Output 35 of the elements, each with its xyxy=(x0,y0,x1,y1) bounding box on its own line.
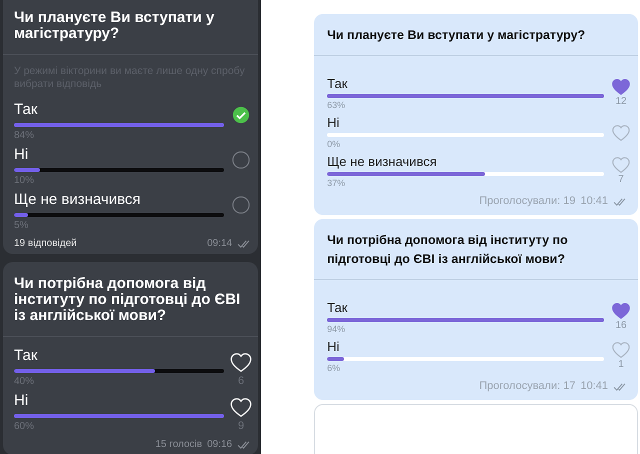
message-time: 09:16 xyxy=(207,439,232,450)
vote-count: 16 xyxy=(615,320,627,332)
option-label: Ще не визначився xyxy=(14,191,142,209)
message-time: 10:41 xyxy=(580,380,608,392)
votes-count: Проголосували: 17 xyxy=(479,380,576,392)
double-check-icon xyxy=(237,239,250,248)
poll-question: Чи плануєте Ви вступати у магістратуру? xyxy=(13,8,216,44)
option-label: Ще не визначився xyxy=(327,154,438,170)
double-check-icon xyxy=(237,440,250,449)
poll-question: Чи плануєте Ви вступати у магістратуру? xyxy=(326,27,586,44)
vote-count: 12 xyxy=(615,96,627,108)
double-check-icon xyxy=(613,196,626,206)
message-time: 09:14 xyxy=(207,238,232,249)
vote-count: 7 xyxy=(618,174,624,186)
option-label: Ні xyxy=(14,392,30,410)
percent-text: 37% xyxy=(327,178,346,189)
option-label: Так xyxy=(14,347,38,365)
votes-count: 19 відповідей xyxy=(14,238,78,249)
option-label: Ні xyxy=(327,115,340,131)
option-label: Так xyxy=(14,101,38,119)
vote-count: 1 xyxy=(618,359,624,371)
percent-text: 0% xyxy=(327,139,342,150)
poll-question: Чи потрібна допомога від інституту по підготовці до ЄВІ із англійської мови? xyxy=(13,274,242,326)
percent-text: 6% xyxy=(327,363,342,374)
option-label: Так xyxy=(327,300,348,316)
message-time: 10:41 xyxy=(580,195,608,207)
double-check-icon xyxy=(613,382,626,390)
percent-text: 94% xyxy=(327,324,346,335)
option-label: Ні xyxy=(14,146,30,164)
percent-text: 63% xyxy=(327,100,346,111)
poll-question: Чи потрібна допомога від інституту по підготовці до ЄВІ із англійської мови? xyxy=(326,232,569,268)
option-label: Ні xyxy=(327,339,340,355)
votes-count: 15 голосів xyxy=(154,439,202,450)
votes-count: Проголосували: 19 xyxy=(479,195,576,207)
option-label: Так xyxy=(327,76,348,92)
